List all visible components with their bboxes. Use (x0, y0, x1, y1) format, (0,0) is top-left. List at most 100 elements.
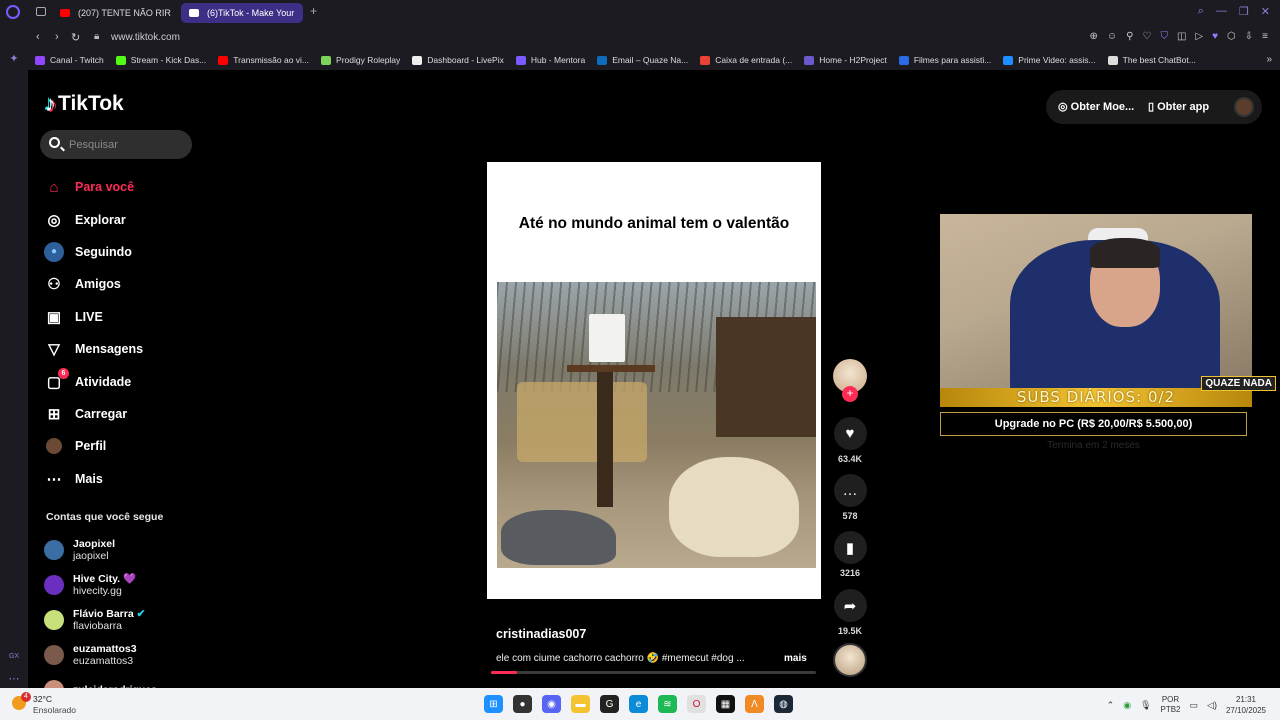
sidebar-more-icon[interactable]: ⋯ (7, 672, 21, 686)
gx-icon[interactable]: GX (7, 650, 21, 664)
bookmark-label: Hub - Mentora (530, 55, 586, 65)
bookmark-item[interactable]: Caixa de entrada (... (700, 55, 792, 65)
play-icon[interactable]: ▷ (1195, 31, 1203, 42)
following-account[interactable]: Hive City. 💜 hivecity.gg (44, 567, 194, 602)
bookmark-item[interactable]: Canal - Twitch (35, 55, 104, 65)
discord-icon[interactable]: ◉ (542, 695, 561, 713)
windows-start-icon[interactable]: ⊞ (484, 695, 503, 713)
forward-button[interactable]: › (55, 31, 59, 43)
more-button[interactable]: mais (784, 653, 807, 664)
pin-icon[interactable]: ⚲ (1126, 31, 1133, 42)
tab-youtube[interactable]: (207) TENTE NÃO RIR 😂 (52, 3, 172, 23)
bookmark-item[interactable]: Filmes para assisti... (898, 55, 992, 65)
notification-badge: 6 (58, 368, 69, 380)
nav-item-7[interactable]: ⊞ Carregar (44, 398, 194, 430)
nav-item-2[interactable]: ● Seguindo (44, 236, 194, 268)
url-field[interactable]: www.tiktok.com (111, 32, 180, 43)
spotify-icon[interactable]: ≋ (658, 695, 677, 713)
camera-icon[interactable]: ◫ (1177, 31, 1186, 42)
shield-icon[interactable]: ⛉ (1160, 31, 1168, 42)
search-icon[interactable] (49, 137, 60, 148)
ai-icon[interactable]: ✦ (7, 52, 21, 66)
bookmark-item[interactable]: Dashboard - LivePix (412, 55, 504, 65)
video-progress-bar[interactable] (491, 671, 816, 674)
zoom-icon[interactable]: ⊕ (1090, 31, 1098, 42)
workspaces-icon[interactable] (36, 7, 46, 16)
bookmark-label: Filmes para assisti... (913, 55, 992, 65)
nav-item-5[interactable]: ▽ Mensagens (44, 333, 194, 365)
tab-tiktok[interactable]: (6)TikTok - Make Your (181, 3, 303, 23)
bookmark-item[interactable]: Stream - Kick Das... (115, 55, 206, 65)
bookmark-item[interactable]: Transmissão ao vi... (218, 55, 309, 65)
clock[interactable]: 21:31 27/10/2025 (1226, 694, 1266, 716)
edge-icon[interactable]: e (629, 695, 648, 713)
bookmark-favicon-icon (515, 55, 526, 65)
tiktok-logo[interactable]: ♪ TikTok (45, 91, 124, 117)
minimize-icon[interactable]: — (1216, 5, 1227, 18)
search-input[interactable] (69, 136, 184, 153)
extensions-icon[interactable]: ⬡ (1227, 31, 1236, 42)
following-account[interactable]: Jaopixel jaopixel (44, 532, 194, 567)
nav-item-4[interactable]: ▣ LIVE (44, 301, 194, 333)
search-box[interactable] (40, 130, 192, 159)
like-icon[interactable]: ♥ (833, 417, 867, 450)
video-player[interactable]: Até no mundo animal tem o valentão (487, 162, 821, 599)
network-tray-icon[interactable]: ◉ (1123, 700, 1131, 711)
bookmark-item[interactable]: Prodigy Roleplay (321, 55, 400, 65)
opera-logo-icon[interactable] (6, 5, 20, 19)
volume-icon[interactable]: ◁) (1207, 700, 1217, 711)
file-explorer-icon[interactable]: ▬ (571, 695, 590, 713)
bookmark-save-icon[interactable]: ▮ (833, 531, 867, 564)
address-bar: ‹ › ↻ 🔒︎ www.tiktok.com ⊕ ☺ ⚲ ♡ ⛉ ◫ ▷ ♥ … (28, 26, 1280, 50)
follow-plus-button[interactable]: + (842, 386, 858, 402)
bookmarks-overflow-icon[interactable]: » (1266, 54, 1272, 65)
bookmark-item[interactable]: The best ChatBot... (1107, 55, 1196, 65)
following-account[interactable]: zuleiderodrigues... (44, 672, 194, 688)
following-account[interactable]: Flávio Barra ✔ flaviobarra (44, 602, 194, 637)
nav-item-6[interactable]: ▢ Atividade 6 (44, 365, 194, 397)
bookmark-item[interactable]: Prime Video: assis... (1003, 55, 1096, 65)
app-icon[interactable]: Λ (745, 695, 764, 713)
maximize-icon[interactable]: ❐ (1239, 5, 1249, 18)
tray-overflow-icon[interactable]: ⌃ (1107, 700, 1115, 711)
video-overlay-text: Até no mundo animal tem o valentão (518, 215, 790, 232)
new-tab-button[interactable]: + (310, 4, 317, 18)
bookmark-item[interactable]: Email – Quaze Na... (597, 55, 688, 65)
system-tray: ⌃ ◉ 🎙︎ POR PTB2 ▭ ◁) 21:31 27/10/2025 (1107, 694, 1266, 716)
nav-item-0[interactable]: ⌂ Para você (44, 171, 194, 203)
get-coins-button[interactable]: ◎ Obter Moe... (1058, 100, 1134, 113)
bookmark-icon[interactable]: ♡ (1142, 31, 1151, 42)
lock-icon[interactable]: 🔒︎ (94, 31, 99, 42)
nav-item-9[interactable]: ⋯ Mais (44, 463, 194, 495)
nav-item-1[interactable]: ◎ Explorar (44, 203, 194, 235)
back-button[interactable]: ‹ (36, 31, 40, 43)
heart-icon[interactable]: ♥ (1212, 31, 1218, 42)
steam-icon[interactable]: ◍ (774, 695, 793, 713)
share-icon[interactable]: ➦ (833, 589, 867, 622)
following-account[interactable]: euzamattos3 euzamattos3 (44, 637, 194, 672)
display-icon[interactable]: ▭ (1190, 700, 1199, 711)
weather-temperature[interactable]: 32°C (33, 694, 52, 704)
microphone-icon[interactable]: 🎙︎ (1140, 700, 1151, 711)
bookmark-item[interactable]: Home - H2Project (804, 55, 887, 65)
search-tabs-icon[interactable]: ⌕ (1198, 5, 1204, 18)
comment-icon[interactable]: … (833, 474, 867, 507)
close-icon[interactable]: ✕ (1261, 5, 1270, 18)
emoji-icon[interactable]: ☺ (1107, 31, 1117, 42)
get-app-button[interactable]: ▯ Obter app (1148, 100, 1209, 113)
nav-item-8[interactable]: ● Perfil (44, 430, 194, 462)
chrome-dev-icon[interactable]: ● (513, 695, 532, 713)
obs-cinema-icon[interactable]: ▦ (716, 695, 735, 713)
nav-item-3[interactable]: ⚇ Amigos (44, 268, 194, 300)
reload-button[interactable]: ↻ (71, 31, 80, 44)
github-icon[interactable]: G (600, 695, 619, 713)
download-icon[interactable]: ⇩ (1245, 31, 1253, 42)
user-avatar[interactable] (1234, 97, 1254, 117)
music-disc-avatar[interactable] (833, 643, 867, 677)
video-username[interactable]: cristinadias007 (496, 627, 586, 641)
bookmark-item[interactable]: Hub - Mentora (515, 55, 586, 65)
menu-icon[interactable]: ≡ (1262, 31, 1268, 42)
more-icon: ⋯ (46, 470, 62, 488)
opera-icon[interactable]: O (687, 695, 706, 713)
language-indicator[interactable]: POR PTB2 (1161, 695, 1181, 715)
